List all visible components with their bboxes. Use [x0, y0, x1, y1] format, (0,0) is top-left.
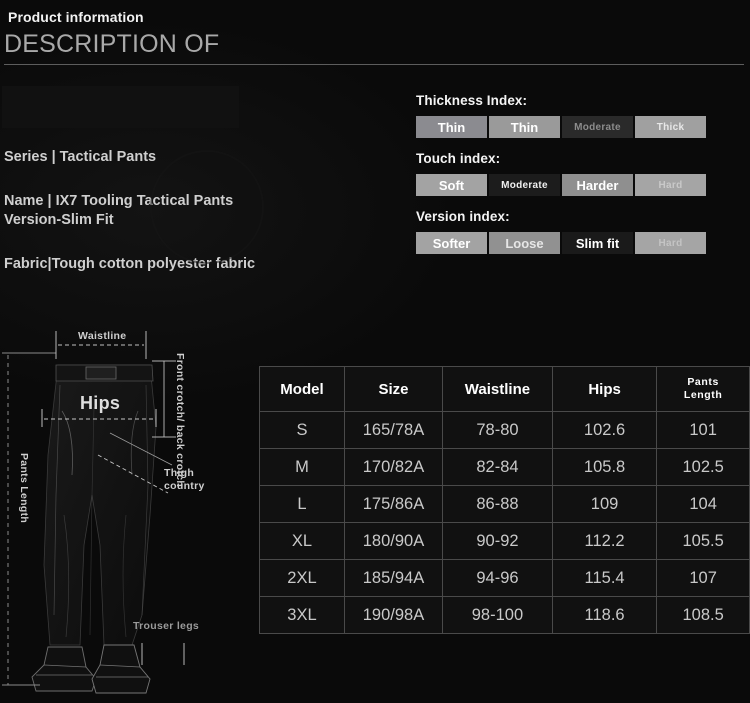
- table-row: 3XL 190/98A 98-100 118.6 108.5: [259, 596, 750, 634]
- table-cell: 2XL: [259, 559, 345, 597]
- column-header: Hips: [551, 366, 658, 412]
- table-cell: M: [259, 448, 345, 486]
- table-cell: 86-88: [442, 485, 553, 523]
- page-title: DESCRIPTION OF: [4, 30, 220, 58]
- table-cell: 165/78A: [343, 411, 444, 449]
- table-row: 2XL 185/94A 94-96 115.4 107: [259, 559, 750, 597]
- table-cell: 102.6: [551, 411, 658, 449]
- table-cell: 98-100: [442, 596, 553, 634]
- index-option-badge[interactable]: Slim fit: [562, 232, 633, 254]
- index-block: Touch index: Soft Moderate Harder Hard: [416, 148, 750, 196]
- table-cell: 101: [656, 411, 750, 449]
- label-hips: Hips: [80, 393, 121, 413]
- table-cell: 108.5: [656, 596, 750, 634]
- table-cell: 185/94A: [343, 559, 444, 597]
- table-cell: 170/82A: [343, 448, 444, 486]
- page-header: Product information DESCRIPTION OF: [0, 6, 750, 65]
- product-description-page: Product information DESCRIPTION OF Serie…: [0, 0, 750, 703]
- index-label: Version index:: [416, 209, 510, 224]
- index-option-badge[interactable]: Moderate: [489, 174, 560, 196]
- index-label: Touch index:: [416, 151, 501, 166]
- index-option-row: Softer Loose Slim fit Hard: [416, 232, 750, 254]
- table-row: M 170/82A 82-84 105.8 102.5: [259, 448, 750, 486]
- table-row: L 175/86A 86-88 109 104: [259, 485, 750, 523]
- table-cell: XL: [259, 522, 345, 560]
- table-cell: 107: [656, 559, 750, 597]
- index-label: Thickness Index:: [416, 93, 528, 108]
- index-option-badge[interactable]: Moderate: [562, 116, 633, 138]
- table-cell: 115.4: [551, 559, 658, 597]
- table-cell: 112.2: [551, 522, 658, 560]
- table-cell: 78-80: [442, 411, 553, 449]
- table-cell: S: [259, 411, 345, 449]
- pants-illustration: [2, 331, 185, 694]
- pants-measurement-diagram: Waistline Hips Front crotch/ back crotch…: [0, 315, 258, 703]
- size-chart-head: Model Size Waistline Hips Pants Length: [259, 366, 750, 412]
- index-option-badge[interactable]: Thick: [635, 116, 706, 138]
- label-waistline: Waistline: [78, 330, 127, 342]
- label-trouser-legs: Trouser legs: [133, 620, 200, 632]
- info-fabric: Fabric|Tough cotton polyester fabric: [4, 256, 256, 272]
- info-name: Name | IX7 Tooling Tactical Pants Versio…: [4, 193, 234, 228]
- column-header: Model: [259, 366, 345, 412]
- table-cell: 102.5: [656, 448, 750, 486]
- table-row: XL 180/90A 90-92 112.2 105.5: [259, 522, 750, 560]
- table-header-row: Model Size Waistline Hips Pants Length: [259, 366, 750, 412]
- table-row: S 165/78A 78-80 102.6 101: [259, 411, 750, 449]
- column-header: Size: [343, 366, 444, 412]
- index-option-badge[interactable]: Softer: [416, 232, 487, 254]
- index-option-row: Soft Moderate Harder Hard: [416, 174, 750, 196]
- table-cell: 105.8: [551, 448, 658, 486]
- index-option-badge[interactable]: Thin: [416, 116, 487, 138]
- header-divider: [4, 64, 744, 65]
- column-header: Pants Length: [656, 366, 750, 412]
- table-cell: 94-96: [442, 559, 553, 597]
- label-pants-length: Pants Length: [18, 453, 30, 524]
- label-front-back-crotch: Front crotch/ back crotch: [174, 353, 186, 488]
- index-panels: Thickness Index: Thin Thin Moderate Thick Tou…: [416, 90, 750, 264]
- info-series: Series | Tactical Pants: [4, 149, 157, 165]
- table-cell: L: [259, 485, 345, 523]
- table-cell: 104: [656, 485, 750, 523]
- index-option-row: Thin Thin Moderate Thick: [416, 116, 750, 138]
- index-option-badge[interactable]: Harder: [562, 174, 633, 196]
- column-header: Waistline: [442, 366, 553, 412]
- table-cell: 90-92: [442, 522, 553, 560]
- size-chart-table: Model Size Waistline Hips Pants Length S 165/…: [259, 366, 750, 634]
- index-option-badge[interactable]: Thin: [489, 116, 560, 138]
- index-option-badge[interactable]: Hard: [635, 174, 706, 196]
- image-placeholder: [2, 86, 239, 128]
- table-cell: 175/86A: [343, 485, 444, 523]
- table-cell: 190/98A: [343, 596, 444, 634]
- table-cell: 118.6: [551, 596, 658, 634]
- table-cell: 109: [551, 485, 658, 523]
- size-chart-body: S 165/78A 78-80 102.6 101 M 170/82A 82-84 105.8 1…: [259, 411, 750, 634]
- index-option-badge[interactable]: Loose: [489, 232, 560, 254]
- index-block: Thickness Index: Thin Thin Moderate Thick: [416, 90, 750, 138]
- label-thigh-country: Thigh country: [164, 467, 205, 492]
- index-option-badge[interactable]: Soft: [416, 174, 487, 196]
- product-info-block: Series | Tactical Pants Name | IX7 Tooli…: [0, 86, 400, 274]
- table-cell: 105.5: [656, 522, 750, 560]
- table-cell: 82-84: [442, 448, 553, 486]
- page-kicker: Product information: [8, 9, 144, 25]
- index-option-badge[interactable]: Hard: [635, 232, 706, 254]
- table-cell: 180/90A: [343, 522, 444, 560]
- table-cell: 3XL: [259, 596, 345, 634]
- index-block: Version index: Softer Loose Slim fit Hard: [416, 206, 750, 254]
